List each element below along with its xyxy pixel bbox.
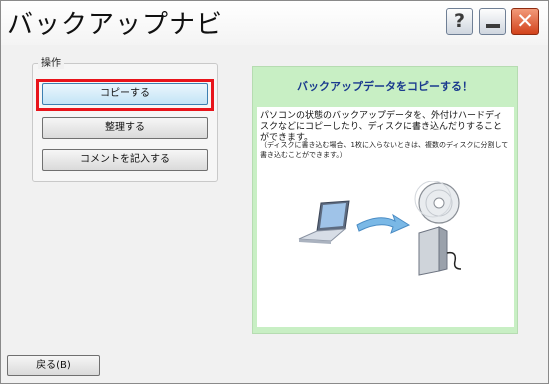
close-button[interactable]: ✕ [511,8,539,35]
app-window: バックアップナビ ? ✕ 操作 コピーする 整理する コメントを記入する バック… [0,0,549,384]
laptop-icon [298,200,350,244]
help-button[interactable]: ? [446,8,473,35]
add-comment-button[interactable]: コメントを記入する [42,149,208,171]
copy-button[interactable]: コピーする [42,83,208,105]
window-title: バックアップナビ [7,10,224,40]
back-button[interactable]: 戻る(B) [7,355,100,376]
close-icon: ✕ [516,9,534,33]
backup-illustration [298,181,462,276]
minimize-icon [486,24,500,28]
arrow-icon [356,213,411,234]
organize-button[interactable]: 整理する [42,117,208,139]
info-panel-heading: バックアップデータをコピーする！ [297,80,473,93]
operations-group-label: 操作 [38,54,64,69]
info-panel-note: （ディスクに書き込む場合、1枚に入らないときは、複数のディスクに分割して書き込む… [260,141,509,159]
minimize-button[interactable] [479,8,506,35]
title-bar: バックアップナビ ? ✕ [1,1,548,45]
question-mark-icon: ? [453,10,466,32]
disc-icon [414,181,460,224]
external-hdd-icon [418,226,462,276]
